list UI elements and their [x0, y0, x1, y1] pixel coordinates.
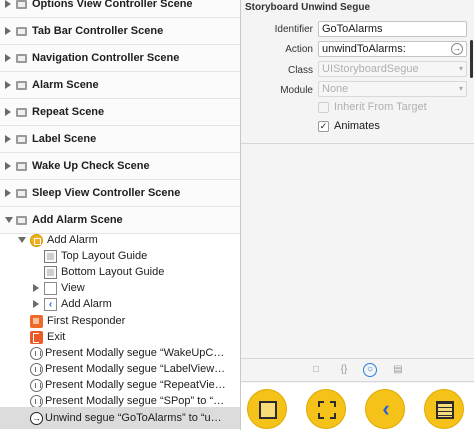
- scene-row-navigation-controller[interactable]: Navigation Controller Scene: [0, 45, 240, 72]
- scene-icon: [16, 107, 27, 117]
- outline-item-label: Add Alarm: [61, 298, 112, 310]
- disclosure-triangle-icon[interactable]: [5, 162, 11, 170]
- scene-icon: [16, 134, 27, 144]
- object-library-icon[interactable]: ○: [363, 363, 377, 377]
- scene-row-wake-up-check[interactable]: Wake Up Check Scene: [0, 153, 240, 180]
- scene-label: Repeat Scene: [32, 106, 105, 118]
- identifier-label: Identifier: [274, 24, 313, 35]
- go-to-action-icon[interactable]: →: [451, 43, 463, 55]
- disclosure-triangle-icon[interactable]: [5, 0, 11, 8]
- scrollbar[interactable]: [470, 40, 473, 78]
- inherit-label: Inherit From Target: [334, 101, 427, 113]
- checkbox-icon[interactable]: [318, 101, 329, 113]
- animates-label: Animates: [334, 120, 380, 132]
- document-outline: Options View Controller Scene Tab Bar Co…: [0, 0, 241, 430]
- scene-label: Sleep View Controller Scene: [32, 187, 181, 199]
- scene-icon: [16, 0, 27, 9]
- disclosure-triangle-icon[interactable]: [5, 108, 11, 116]
- scene-icon: [16, 80, 27, 90]
- disclosure-triangle-icon[interactable]: [5, 81, 11, 89]
- file-icon[interactable]: □: [309, 363, 323, 377]
- module-label: Module: [280, 85, 313, 96]
- view-controller-icon[interactable]: [247, 389, 287, 429]
- scene-label: Wake Up Check Scene: [32, 160, 150, 172]
- module-placeholder: None: [322, 83, 349, 95]
- scene-icon: [16, 53, 27, 63]
- disclosure-triangle-icon[interactable]: [18, 237, 26, 243]
- scene-icon: [16, 215, 27, 225]
- scene-icon: [16, 188, 27, 198]
- inherit-from-target-checkbox[interactable]: Inherit From Target: [318, 101, 427, 113]
- outline-item-unwind-segue[interactable]: → Unwind segue “GoToAlarms” to “u…: [0, 407, 240, 429]
- scene-label: Label Scene: [32, 133, 97, 145]
- class-field[interactable]: UIStoryboardSegue ▾: [318, 61, 467, 77]
- table-view-controller-icon[interactable]: [424, 389, 464, 429]
- section-title: Storyboard Unwind Segue: [245, 2, 371, 13]
- disclosure-triangle-icon[interactable]: [5, 189, 11, 197]
- scene-icon: [16, 161, 27, 171]
- library-tab-bar: □ {} ○ ▤: [241, 358, 474, 382]
- disclosure-triangle-icon[interactable]: [5, 217, 13, 223]
- media-icon[interactable]: ▤: [391, 363, 405, 377]
- disclosure-triangle-icon[interactable]: [5, 135, 11, 143]
- disclosure-triangle-icon[interactable]: [5, 54, 11, 62]
- scene-label: Options View Controller Scene: [32, 0, 193, 10]
- animates-checkbox[interactable]: ✓ Animates: [318, 120, 380, 132]
- disclosure-triangle-icon[interactable]: [5, 27, 11, 35]
- scene-row-tab-bar-controller[interactable]: Tab Bar Controller Scene: [0, 18, 240, 45]
- chevron-down-icon[interactable]: ▾: [459, 62, 463, 76]
- segue-icon: [30, 394, 43, 408]
- navigation-controller-icon[interactable]: ‹: [365, 389, 405, 429]
- action-field[interactable]: unwindToAlarms: →: [318, 41, 467, 57]
- action-label: Action: [285, 44, 313, 55]
- scene-row-label[interactable]: Label Scene: [0, 126, 240, 153]
- identifier-value: GoToAlarms: [322, 23, 383, 35]
- object-library-grid: ‹: [241, 383, 474, 430]
- unwind-segue-icon: →: [30, 411, 43, 425]
- module-field[interactable]: None ▾: [318, 81, 467, 97]
- action-value: unwindToAlarms:: [322, 43, 406, 55]
- outline-item-label: Unwind segue “GoToAlarms” to “u…: [45, 412, 222, 424]
- class-label: Class: [287, 65, 313, 76]
- disclosure-triangle-icon[interactable]: [33, 300, 39, 308]
- inspector-section: Storyboard Unwind Segue Identifier GoToA…: [241, 0, 474, 144]
- storyboard-reference-icon[interactable]: [306, 389, 346, 429]
- scene-label: Alarm Scene: [32, 79, 99, 91]
- checkmark-icon[interactable]: ✓: [318, 120, 329, 132]
- scene-row-alarm[interactable]: Alarm Scene: [0, 72, 240, 99]
- chevron-down-icon[interactable]: ▾: [459, 82, 463, 96]
- scene-label: Add Alarm Scene: [32, 214, 123, 226]
- scene-row-repeat[interactable]: Repeat Scene: [0, 99, 240, 126]
- scene-row-options-view-controller[interactable]: Options View Controller Scene: [0, 0, 240, 18]
- scene-label: Tab Bar Controller Scene: [32, 25, 164, 37]
- disclosure-triangle-icon[interactable]: [33, 284, 39, 292]
- navigation-item-icon: ‹: [44, 297, 57, 311]
- identifier-field[interactable]: GoToAlarms: [318, 21, 467, 37]
- scene-row-sleep-view-controller[interactable]: Sleep View Controller Scene: [0, 180, 240, 207]
- class-placeholder: UIStoryboardSegue: [322, 63, 419, 75]
- attributes-inspector: Storyboard Unwind Segue Identifier GoToA…: [241, 0, 474, 430]
- scene-label: Navigation Controller Scene: [32, 52, 180, 64]
- outline-item-label: Present Modally segue “SPop” to “…: [45, 395, 225, 407]
- scene-icon: [16, 26, 27, 36]
- braces-icon[interactable]: {}: [337, 363, 351, 377]
